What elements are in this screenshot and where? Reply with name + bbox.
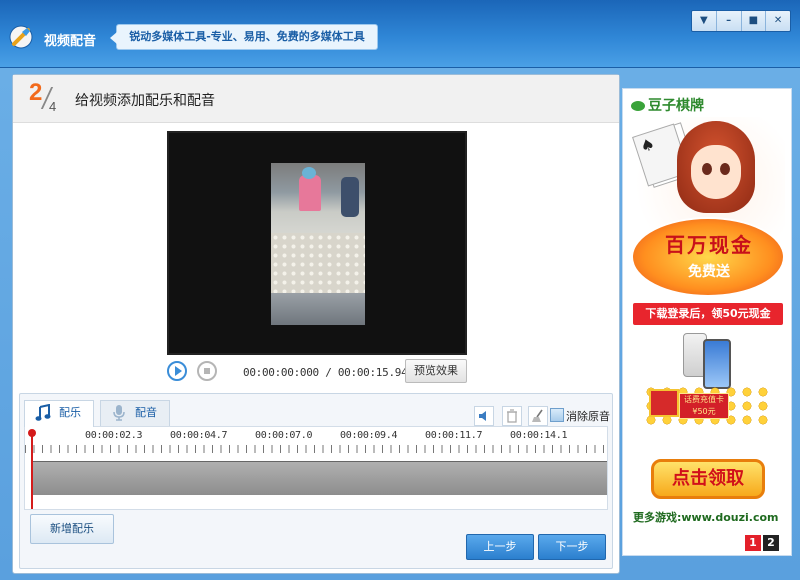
broom-icon[interactable] <box>528 406 548 426</box>
main-panel: 2 4 给视频添加配乐和配音 00:00:00:000 / 00:00:15.9… <box>12 74 620 574</box>
time-separator: / <box>325 366 332 379</box>
timecode: 00:00:00:000 / 00:00:15.949 <box>243 366 414 379</box>
mute-original-checkbox[interactable] <box>550 408 564 422</box>
next-step-button[interactable]: 下一步 <box>538 534 606 560</box>
tab-music-label: 配乐 <box>59 406 81 419</box>
frame-worker <box>341 177 359 217</box>
frame-person <box>299 175 321 211</box>
speaker-glyph <box>479 411 486 421</box>
app-slogan: 锐动多媒体工具-专业、易用、免费的多媒体工具 <box>110 24 378 50</box>
speaker-icon[interactable] <box>474 406 494 426</box>
play-icon[interactable] <box>167 361 187 381</box>
phone-icon <box>703 339 731 389</box>
time-total: 00:00:15.949 <box>337 366 414 379</box>
add-music-button[interactable]: 新增配乐 <box>30 514 114 544</box>
title-bar: 视频配音 锐动多媒体工具-专业、易用、免费的多媒体工具 ▼ – ■ ✕ <box>0 0 800 68</box>
frame-tray <box>271 293 365 325</box>
time-current: 00:00:00:000 <box>243 366 319 379</box>
claim-button[interactable]: 点击领取 <box>651 459 765 499</box>
video-frame <box>271 163 365 325</box>
step-total: 4 <box>49 99 57 114</box>
chevron-down-icon[interactable]: ▼ <box>692 11 717 31</box>
playhead[interactable] <box>28 429 36 509</box>
minimize-icon[interactable]: – <box>716 11 742 31</box>
promo-sub: 免费送 <box>688 264 730 280</box>
timeline[interactable]: 00:00:02.3 00:00:04.7 00:00:07.0 00:00:0… <box>24 426 608 510</box>
timeline-ruler <box>25 445 607 453</box>
tick-label: 00:00:11.7 <box>425 430 483 441</box>
ad-page-1[interactable]: 1 <box>745 535 761 551</box>
page-title: 给视频添加配乐和配音 <box>75 93 215 109</box>
preview-button[interactable]: 预览效果 <box>405 359 467 383</box>
tick-label: 00:00:14.1 <box>510 430 568 441</box>
tick-label: 00:00:07.0 <box>255 430 313 441</box>
microphone-icon <box>113 405 125 421</box>
trash-icon[interactable] <box>502 406 522 426</box>
ad-page-2[interactable]: 2 <box>763 535 779 551</box>
ad-girl-eye <box>702 163 712 175</box>
step-current: 2 <box>29 79 43 106</box>
video-player[interactable] <box>167 131 467 355</box>
ad-girl-face <box>691 145 741 199</box>
mute-original-label: 消除原音 <box>566 410 610 423</box>
ad-girl-eye <box>720 163 730 175</box>
player-controls: 00:00:00:000 / 00:00:15.949 预览效果 <box>167 359 467 385</box>
tab-dub-label: 配音 <box>135 406 157 419</box>
ad-url-link[interactable]: 更多游戏:www.douzi.com <box>633 509 779 525</box>
app-title: 视频配音 <box>44 34 97 49</box>
tab-dub[interactable]: 配音 <box>100 400 170 426</box>
window-controls: ▼ – ■ ✕ <box>691 10 791 32</box>
close-icon[interactable]: ✕ <box>766 11 790 31</box>
stop-icon[interactable] <box>197 361 217 381</box>
prev-step-button[interactable]: 上一步 <box>466 534 534 560</box>
content-area: 2 4 给视频添加配乐和配音 00:00:00:000 / 00:00:15.9… <box>0 68 800 580</box>
coupon-card: 话费充值卡 ¥50元 <box>679 393 729 419</box>
trash-glyph <box>507 409 517 423</box>
broom-glyph <box>532 409 543 422</box>
audio-edit-area: 配乐 配音 消除原音 00:00:02.3 00:00:04.7 00:00:0… <box>19 393 613 569</box>
app-logo-icon <box>9 25 33 49</box>
tick-label: 00:00:09.4 <box>340 430 398 441</box>
tick-label: 00:00:04.7 <box>170 430 228 441</box>
tab-music[interactable]: 配乐 <box>24 400 94 427</box>
ad-brand: 豆子棋牌 <box>631 95 704 115</box>
frame-head <box>302 167 316 179</box>
promo-strip: 下载登录后，领50元现金 <box>633 303 783 325</box>
gift-icon <box>649 389 679 417</box>
promo-main: 百万现金 <box>665 233 753 257</box>
step-header: 2 4 给视频添加配乐和配音 <box>13 75 619 123</box>
music-note-icon <box>35 404 51 421</box>
audio-track[interactable] <box>31 461 607 495</box>
tick-label: 00:00:02.3 <box>85 430 143 441</box>
ad-banner[interactable]: 豆子棋牌 百万现金 免费送 下载登录后，领50元现金 话费充值卡 ¥50元 点击… <box>622 88 792 556</box>
maximize-icon[interactable]: ■ <box>741 11 767 31</box>
